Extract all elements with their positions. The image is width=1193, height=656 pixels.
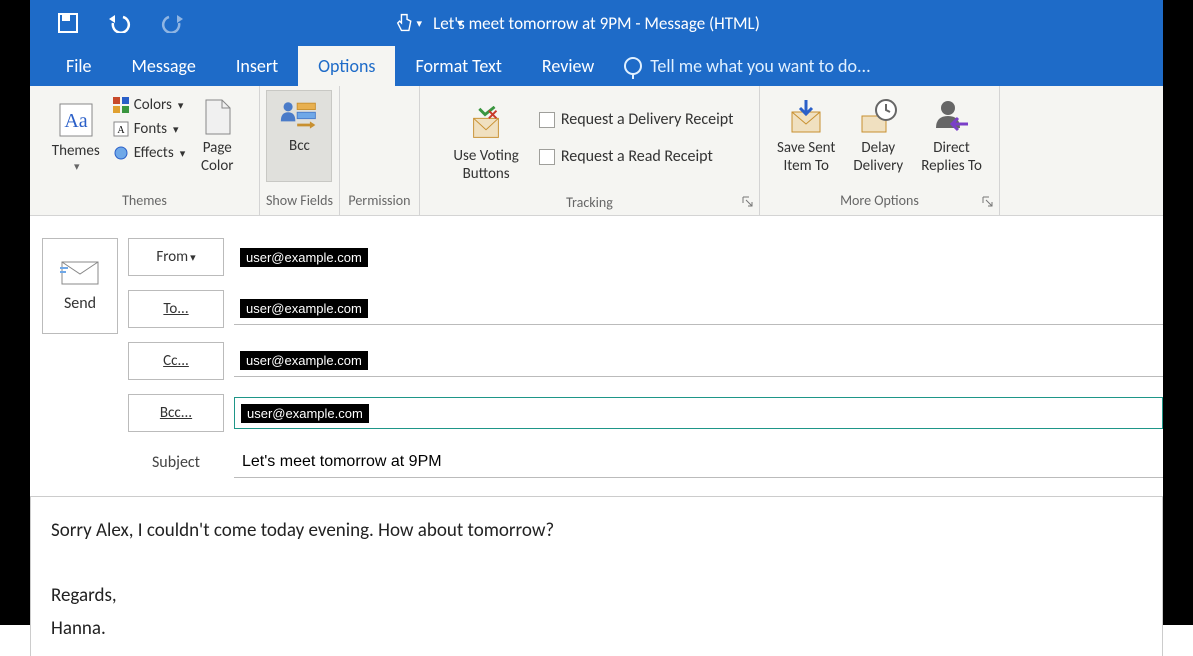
voting-buttons[interactable]: Use Voting Buttons xyxy=(445,98,526,190)
to-field[interactable]: user@example.com xyxy=(234,293,1163,325)
direct-replies-icon xyxy=(932,97,972,137)
page-color-button[interactable]: Page Color xyxy=(189,90,245,182)
tab-options[interactable]: Options xyxy=(298,46,395,86)
fonts-button[interactable]: A Fonts▾ xyxy=(112,118,185,140)
tell-me-placeholder: Tell me what you want to do... xyxy=(650,55,870,77)
message-body[interactable]: Sorry Alex, I couldn't come today evenin… xyxy=(30,496,1163,656)
group-show-fields: Bcc Show Fields xyxy=(260,86,340,215)
from-field[interactable]: user@example.com xyxy=(234,241,1163,273)
page-color-icon xyxy=(197,97,237,137)
compose-header: Send From ▾ user@example.com To... user@… xyxy=(30,216,1163,478)
touch-mode-button[interactable]: ▾ xyxy=(394,9,422,37)
svg-text:A: A xyxy=(117,125,125,136)
tab-format-text[interactable]: Format Text xyxy=(395,46,521,86)
body-line: Hanna. xyxy=(51,615,1142,644)
tab-file[interactable]: File xyxy=(46,46,112,86)
delay-icon xyxy=(858,97,898,137)
save-sent-button[interactable]: Save Sent Item To xyxy=(769,90,843,182)
more-options-dialog-launcher[interactable] xyxy=(981,195,995,209)
colors-button[interactable]: Colors▾ xyxy=(112,94,185,116)
group-label-permission: Permission xyxy=(346,188,413,215)
checkbox-icon xyxy=(539,112,555,128)
cc-value: user@example.com xyxy=(240,351,368,370)
bcc-show-button[interactable]: Bcc xyxy=(266,90,332,182)
bcc-value: user@example.com xyxy=(241,404,369,423)
chevron-down-icon: ▾ xyxy=(74,160,80,173)
body-line: Regards, xyxy=(51,582,1142,611)
bcc-button[interactable]: Bcc... xyxy=(128,394,224,432)
title-bar: ▾ ▾ Let's meet tomorrow at 9PM - Message… xyxy=(30,0,1163,46)
effects-icon xyxy=(112,144,130,162)
from-value: user@example.com xyxy=(240,248,368,267)
group-label-tracking: Tracking xyxy=(426,190,753,217)
envelope-icon xyxy=(60,260,100,286)
ribbon: Aa Themes ▾ Colors▾ A Fonts▾ xyxy=(30,86,1163,216)
colors-icon xyxy=(112,96,130,114)
cc-field[interactable]: user@example.com xyxy=(234,345,1163,377)
delivery-receipt-checkbox[interactable]: Request a Delivery Receipt xyxy=(539,108,734,131)
svg-text:Aa: Aa xyxy=(64,110,87,132)
group-label-show-fields: Show Fields xyxy=(266,188,333,215)
read-receipt-checkbox[interactable]: Request a Read Receipt xyxy=(539,145,734,168)
subject-field-wrap xyxy=(234,446,1163,478)
bcc-field[interactable]: user@example.com xyxy=(234,397,1163,429)
save-sent-icon xyxy=(786,97,826,137)
checkbox-icon xyxy=(539,149,555,165)
save-button[interactable] xyxy=(54,9,82,37)
tracking-dialog-launcher[interactable] xyxy=(741,195,755,209)
voting-icon xyxy=(466,105,506,145)
group-more-options: Save Sent Item To Delay Delivery Direct … xyxy=(760,86,1000,215)
to-button[interactable]: To... xyxy=(128,290,224,328)
lightbulb-icon xyxy=(624,57,642,75)
themes-icon: Aa xyxy=(56,100,96,140)
tell-me-search[interactable]: Tell me what you want to do... xyxy=(614,46,870,86)
from-button[interactable]: From ▾ xyxy=(128,238,224,276)
send-button[interactable]: Send xyxy=(42,238,118,334)
to-value: user@example.com xyxy=(240,299,368,318)
themes-button[interactable]: Aa Themes ▾ xyxy=(44,90,108,182)
direct-replies-button[interactable]: Direct Replies To xyxy=(913,90,990,182)
subject-input[interactable] xyxy=(240,451,1163,473)
cc-button[interactable]: Cc... xyxy=(128,342,224,380)
fonts-icon: A xyxy=(112,120,130,138)
bcc-icon xyxy=(279,95,319,135)
group-themes: Aa Themes ▾ Colors▾ A Fonts▾ xyxy=(30,86,260,215)
effects-button[interactable]: Effects▾ xyxy=(112,142,185,164)
ribbon-tabs: File Message Insert Options Format Text … xyxy=(30,46,1163,86)
redo-button[interactable] xyxy=(158,9,186,37)
group-tracking: Use Voting Buttons Request a Delivery Re… xyxy=(420,86,760,215)
undo-button[interactable] xyxy=(106,9,134,37)
window-title: Let's meet tomorrow at 9PM - Message (HT… xyxy=(433,13,760,34)
tab-review[interactable]: Review xyxy=(522,46,614,86)
group-permission: Permission xyxy=(340,86,420,215)
delay-delivery-button[interactable]: Delay Delivery xyxy=(845,90,911,182)
subject-label: Subject xyxy=(128,453,224,472)
tab-message[interactable]: Message xyxy=(112,46,216,86)
chevron-down-icon: ▾ xyxy=(416,17,422,30)
tab-insert[interactable]: Insert xyxy=(216,46,298,86)
group-label-themes: Themes xyxy=(36,188,253,215)
body-line: Sorry Alex, I couldn't come today evenin… xyxy=(51,517,1142,546)
group-label-more-options: More Options xyxy=(766,188,993,215)
